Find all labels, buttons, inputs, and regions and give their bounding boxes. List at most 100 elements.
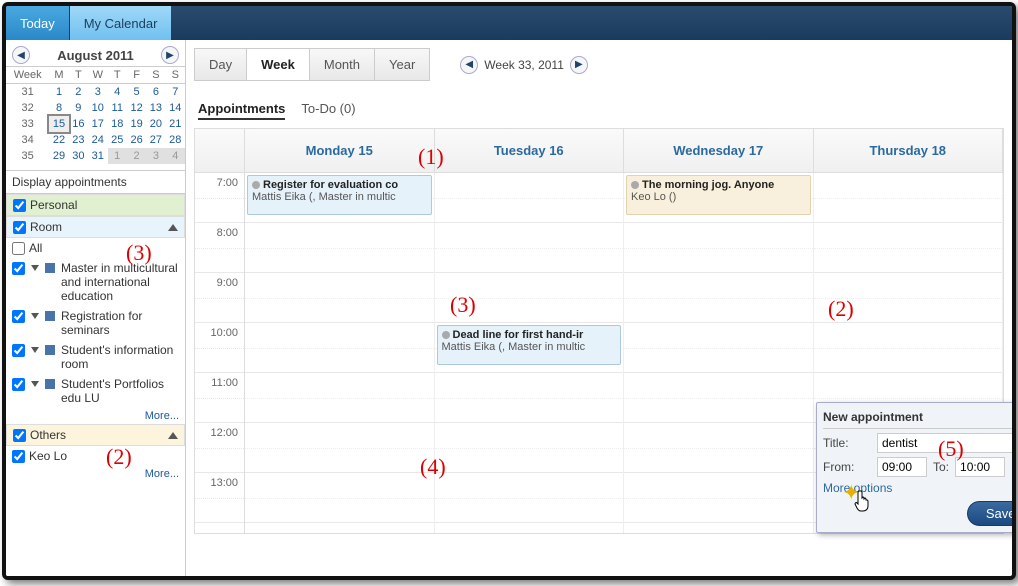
group-others[interactable]: Others <box>6 424 185 446</box>
room-all[interactable]: All <box>6 238 185 258</box>
minical-day[interactable]: 11 <box>108 100 127 116</box>
minical-day[interactable]: 4 <box>166 148 185 164</box>
minical-day[interactable]: 2 <box>69 84 88 101</box>
room-item[interactable]: Student's information room <box>6 340 185 374</box>
prev-week-button[interactable]: ◀ <box>460 56 478 74</box>
time-slot[interactable] <box>435 173 624 223</box>
minical-day[interactable]: 13 <box>146 100 165 116</box>
minical-day[interactable]: 14 <box>166 100 185 116</box>
prev-month-button[interactable]: ◀ <box>12 46 30 64</box>
minical-day[interactable]: 9 <box>69 100 88 116</box>
dropdown-icon[interactable] <box>31 381 39 387</box>
minical-day[interactable]: 6 <box>146 84 165 101</box>
from-input[interactable] <box>877 457 927 477</box>
group-personal[interactable]: Personal <box>6 194 185 216</box>
next-month-button[interactable]: ▶ <box>161 46 179 64</box>
view-day-button[interactable]: Day <box>194 48 247 81</box>
save-button[interactable]: Save <box>967 501 1012 526</box>
week-number[interactable]: 35 <box>6 148 49 164</box>
next-week-button[interactable]: ▶ <box>570 56 588 74</box>
time-slot[interactable] <box>814 173 1003 223</box>
time-slot[interactable] <box>245 323 434 373</box>
tab-today[interactable]: Today <box>6 6 70 40</box>
day-header[interactable]: Tuesday 16 <box>435 129 625 172</box>
week-number[interactable]: 31 <box>6 84 49 101</box>
minical-day[interactable]: 27 <box>146 132 165 148</box>
minical-day[interactable]: 3 <box>88 84 108 101</box>
day-column[interactable]: Register for evaluation coMattis Eika (,… <box>245 173 435 533</box>
others-checkbox[interactable] <box>13 429 26 442</box>
room-item-checkbox[interactable] <box>12 262 25 275</box>
day-column[interactable]: The morning jog. AnyoneKeo Lo () <box>624 173 814 533</box>
minical-day[interactable]: 16 <box>69 116 88 132</box>
minical-day[interactable]: 4 <box>108 84 127 101</box>
subtab-appointments[interactable]: Appointments <box>198 101 285 120</box>
room-item[interactable]: Registration for seminars <box>6 306 185 340</box>
room-item[interactable]: Master in multicultural and internationa… <box>6 258 185 306</box>
minical-day[interactable]: 21 <box>166 116 185 132</box>
all-checkbox[interactable] <box>12 242 25 255</box>
minical-day[interactable]: 28 <box>166 132 185 148</box>
time-slot[interactable] <box>814 223 1003 273</box>
group-room[interactable]: Room <box>6 216 185 238</box>
minical-day[interactable]: 7 <box>166 84 185 101</box>
event[interactable]: The morning jog. AnyoneKeo Lo () <box>626 175 811 215</box>
dropdown-icon[interactable] <box>31 265 39 271</box>
time-slot[interactable] <box>245 423 434 473</box>
tab-my-calendar[interactable]: My Calendar <box>70 6 172 40</box>
room-item-checkbox[interactable] <box>12 344 25 357</box>
minical-day[interactable]: 15 <box>49 116 68 132</box>
minical-day[interactable]: 18 <box>108 116 127 132</box>
day-header[interactable]: Thursday 18 <box>814 129 1004 172</box>
view-week-button[interactable]: Week <box>247 48 310 81</box>
minical-day[interactable]: 1 <box>108 148 127 164</box>
week-number[interactable]: 32 <box>6 100 49 116</box>
week-number[interactable]: 33 <box>6 116 49 132</box>
minical-day[interactable]: 3 <box>146 148 165 164</box>
minical-day[interactable]: 31 <box>88 148 108 164</box>
time-slot[interactable] <box>245 473 434 523</box>
time-slot[interactable] <box>435 423 624 473</box>
minical-day[interactable]: 30 <box>69 148 88 164</box>
time-slot[interactable] <box>245 373 434 423</box>
minical-day[interactable]: 29 <box>49 148 68 164</box>
room-item-checkbox[interactable] <box>12 310 25 323</box>
more-options-link[interactable]: More options <box>823 481 892 495</box>
week-number[interactable]: 34 <box>6 132 49 148</box>
room-item-checkbox[interactable] <box>12 378 25 391</box>
day-header[interactable]: Monday 15 <box>245 129 435 172</box>
minical-day[interactable]: 22 <box>49 132 68 148</box>
caret-up-icon[interactable] <box>168 224 178 231</box>
minical-day[interactable]: 19 <box>127 116 146 132</box>
title-input[interactable] <box>877 433 1012 453</box>
time-slot[interactable] <box>814 273 1003 323</box>
time-slot[interactable] <box>245 273 434 323</box>
subtab-todo[interactable]: To-Do (0) <box>301 101 355 120</box>
time-slot[interactable] <box>435 273 624 323</box>
minical-day[interactable]: 5 <box>127 84 146 101</box>
minical-day[interactable]: 8 <box>49 100 68 116</box>
room-item[interactable]: Student's Portfolios edu LU <box>6 374 185 408</box>
minical-day[interactable]: 12 <box>127 100 146 116</box>
to-input[interactable] <box>955 457 1005 477</box>
rooms-more-link[interactable]: More... <box>6 408 185 424</box>
time-slot[interactable] <box>624 223 813 273</box>
view-year-button[interactable]: Year <box>375 48 430 81</box>
time-slot[interactable] <box>624 323 813 373</box>
dropdown-icon[interactable] <box>31 347 39 353</box>
time-slot[interactable] <box>624 423 813 473</box>
time-slot[interactable] <box>435 373 624 423</box>
event[interactable]: Dead line for first hand-irMattis Eika (… <box>437 325 622 365</box>
personal-checkbox[interactable] <box>13 199 26 212</box>
minical-day[interactable]: 20 <box>146 116 165 132</box>
mini-calendar[interactable]: WeekMTWTFSS 3112345673289101112131433151… <box>6 66 185 164</box>
time-slot[interactable] <box>624 273 813 323</box>
time-slot[interactable] <box>435 223 624 273</box>
time-slot[interactable] <box>814 323 1003 373</box>
time-slot[interactable] <box>624 373 813 423</box>
caret-up-icon[interactable] <box>168 432 178 439</box>
minical-day[interactable]: 17 <box>88 116 108 132</box>
day-column[interactable]: Dead line for first hand-irMattis Eika (… <box>435 173 625 533</box>
time-slot[interactable] <box>435 473 624 523</box>
minical-day[interactable]: 26 <box>127 132 146 148</box>
